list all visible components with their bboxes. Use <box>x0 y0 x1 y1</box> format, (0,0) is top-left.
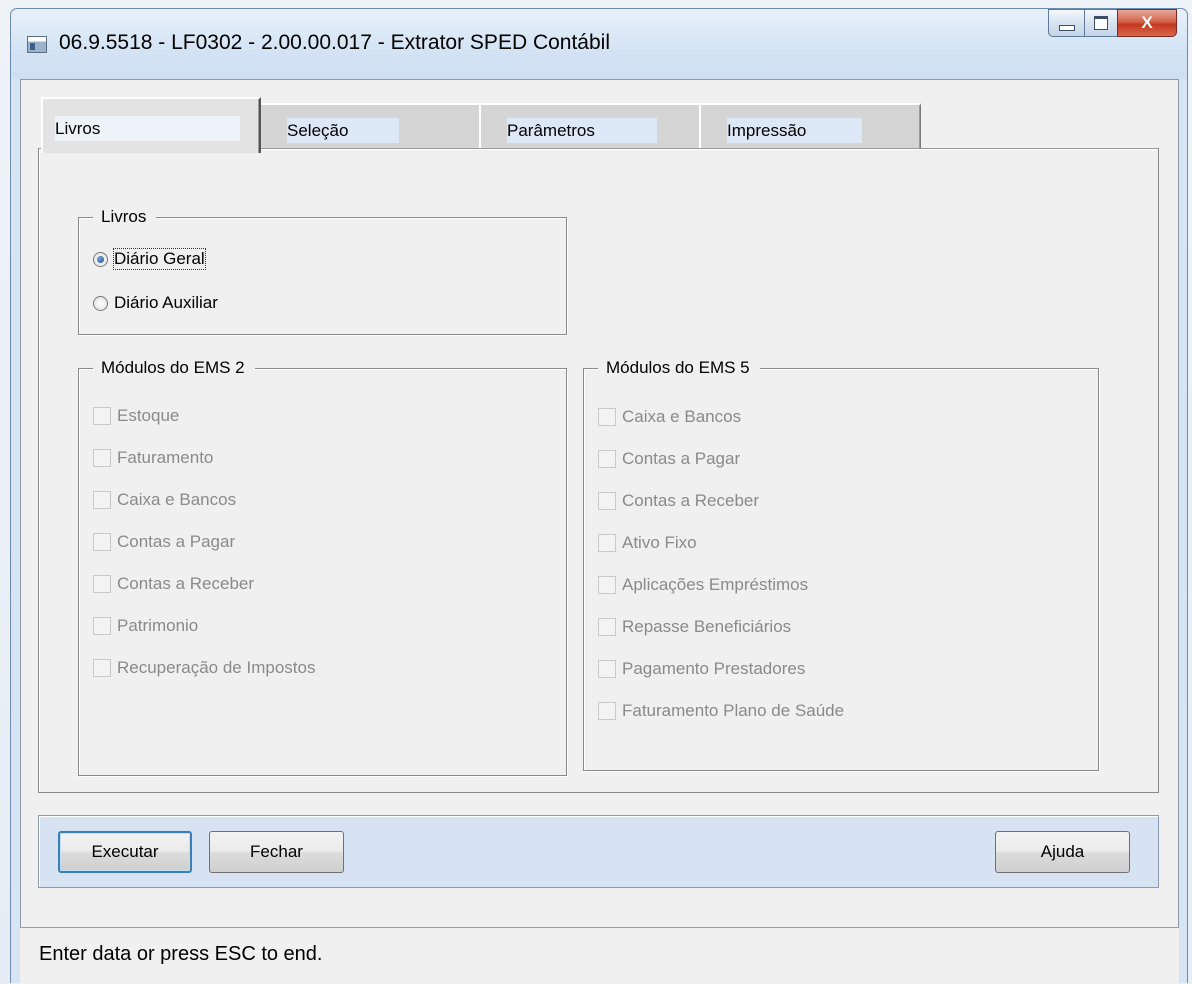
tab-panel-livros: Livros Diário Geral Diário Auxiliar Módu… <box>38 148 1159 793</box>
minimize-icon <box>1058 24 1075 31</box>
close-icon: X <box>1141 13 1153 32</box>
checkbox-box[interactable] <box>598 492 616 510</box>
app-window-icon <box>27 36 47 53</box>
checkbox-box[interactable] <box>598 408 616 426</box>
checkbox-ems5-ativo-fixo[interactable]: Ativo Fixo <box>598 530 697 556</box>
action-button-bar: Executar Fechar Ajuda <box>38 815 1159 888</box>
radio-button[interactable] <box>93 295 108 311</box>
ajuda-button[interactable]: Ajuda <box>995 831 1130 873</box>
checkbox-label: Caixa e Bancos <box>622 407 742 426</box>
checkbox-box[interactable] <box>93 449 111 467</box>
checkbox-ems5-repasse-beneficiarios[interactable]: Repasse Beneficiários <box>598 614 791 640</box>
checkbox-box[interactable] <box>598 660 616 678</box>
checkbox-box[interactable] <box>93 533 111 551</box>
checkbox-label: Repasse Beneficiários <box>622 617 792 636</box>
livros-group-title: Livros <box>93 205 157 229</box>
checkbox-box[interactable] <box>598 450 616 468</box>
window-controls: X <box>1048 9 1177 39</box>
title-bar[interactable]: 06.9.5518 - LF0302 - 2.00.00.017 - Extra… <box>11 9 1187 79</box>
checkbox-ems5-aplicacoes-emprestimos[interactable]: Aplicações Empréstimos <box>598 572 808 598</box>
checkbox-label: Pagamento Prestadores <box>622 659 806 678</box>
status-bar: Enter data or press ESC to end. <box>20 927 1179 984</box>
checkbox-box[interactable] <box>93 659 111 677</box>
checkbox-ems5-contas-receber[interactable]: Contas a Receber <box>598 488 759 514</box>
tab-impressao[interactable]: Impressão <box>699 103 921 149</box>
checkbox-label: Aplicações Empréstimos <box>622 575 809 594</box>
fechar-button[interactable]: Fechar <box>209 831 344 873</box>
checkbox-ems2-faturamento[interactable]: Faturamento <box>93 445 213 471</box>
application-window: 06.9.5518 - LF0302 - 2.00.00.017 - Extra… <box>10 8 1188 984</box>
executar-button[interactable]: Executar <box>58 831 192 873</box>
radio-button-checked[interactable] <box>93 251 108 267</box>
tab-label: Impressão <box>727 118 862 143</box>
tab-label: Seleção <box>287 118 399 143</box>
checkbox-label: Caixa e Bancos <box>117 490 237 509</box>
checkbox-box[interactable] <box>598 576 616 594</box>
maximize-button[interactable] <box>1084 9 1117 37</box>
checkbox-label: Ativo Fixo <box>622 533 697 552</box>
status-message: Enter data or press ESC to end. <box>39 943 323 965</box>
checkbox-ems5-faturamento-plano-saude[interactable]: Faturamento Plano de Saúde <box>598 698 844 724</box>
checkbox-ems2-patrimonio[interactable]: Patrimonio <box>93 613 198 639</box>
maximize-icon <box>1094 16 1108 30</box>
ems2-group-title: Módulos do EMS 2 <box>93 356 255 380</box>
checkbox-label: Estoque <box>117 406 180 425</box>
checkbox-box[interactable] <box>93 617 111 635</box>
checkbox-ems5-caixa-bancos[interactable]: Caixa e Bancos <box>598 404 741 430</box>
checkbox-ems2-contas-receber[interactable]: Contas a Receber <box>93 571 254 597</box>
tab-parametros[interactable]: Parâmetros <box>479 103 701 149</box>
checkbox-box[interactable] <box>598 534 616 552</box>
checkbox-label: Contas a Receber <box>622 491 760 510</box>
checkbox-box[interactable] <box>598 618 616 636</box>
tab-selecao[interactable]: Seleção <box>259 103 481 149</box>
tab-label: Parâmetros <box>507 118 657 143</box>
checkbox-ems5-pagamento-prestadores[interactable]: Pagamento Prestadores <box>598 656 805 682</box>
client-area: Seleção Parâmetros Impressão Livros Livr… <box>20 79 1179 954</box>
livros-group: Livros Diário Geral Diário Auxiliar <box>78 205 567 335</box>
checkbox-ems2-caixa-bancos[interactable]: Caixa e Bancos <box>93 487 236 513</box>
checkbox-box[interactable] <box>93 407 111 425</box>
checkbox-label: Recuperação de Impostos <box>117 658 316 677</box>
checkbox-box[interactable] <box>93 491 111 509</box>
radio-diario-geral[interactable]: Diário Geral <box>93 246 206 272</box>
ems2-modules-group: Módulos do EMS 2 Estoque Faturamento Cai… <box>78 356 567 776</box>
checkbox-ems2-estoque[interactable]: Estoque <box>93 403 179 429</box>
checkbox-label: Patrimonio <box>117 616 199 635</box>
checkbox-label: Contas a Receber <box>117 574 255 593</box>
minimize-button[interactable] <box>1048 9 1084 37</box>
checkbox-box[interactable] <box>598 702 616 720</box>
checkbox-label: Faturamento Plano de Saúde <box>622 701 845 720</box>
checkbox-box[interactable] <box>93 575 111 593</box>
checkbox-label: Faturamento <box>117 448 214 467</box>
ems5-modules-group: Módulos do EMS 5 Caixa e Bancos Contas a… <box>583 356 1099 771</box>
checkbox-ems2-contas-pagar[interactable]: Contas a Pagar <box>93 529 235 555</box>
close-window-button[interactable]: X <box>1117 9 1177 37</box>
tab-label: Livros <box>55 116 240 141</box>
radio-label: Diário Geral <box>113 248 206 270</box>
window-title: 06.9.5518 - LF0302 - 2.00.00.017 - Extra… <box>59 31 610 54</box>
checkbox-ems5-contas-pagar[interactable]: Contas a Pagar <box>598 446 740 472</box>
radio-diario-auxiliar[interactable]: Diário Auxiliar <box>93 290 218 316</box>
ems5-group-title: Módulos do EMS 5 <box>598 356 760 380</box>
checkbox-ems2-recuperacao-impostos[interactable]: Recuperação de Impostos <box>93 655 315 681</box>
tab-livros[interactable]: Livros <box>41 97 261 153</box>
checkbox-label: Contas a Pagar <box>117 532 236 551</box>
checkbox-label: Contas a Pagar <box>622 449 741 468</box>
radio-label: Diário Auxiliar <box>114 293 218 312</box>
